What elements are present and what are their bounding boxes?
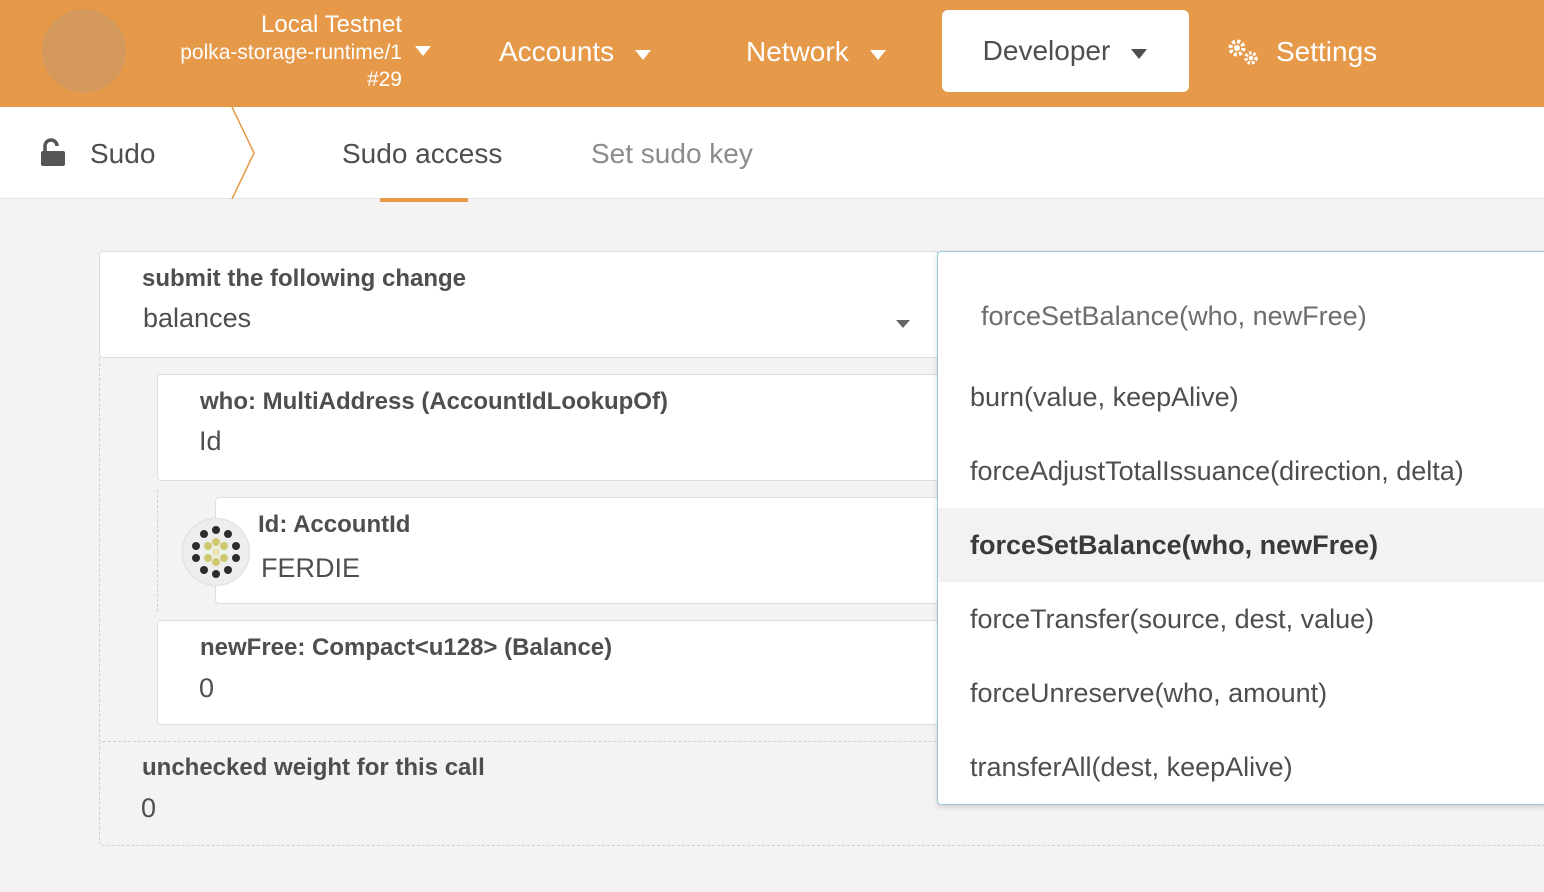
active-tab-indicator (380, 198, 468, 202)
unlock-icon (40, 138, 68, 173)
call-dropdown-menu: forceSetBalance(who, newFree) burn(value… (937, 251, 1544, 805)
nav-accounts[interactable]: Accounts (499, 26, 652, 78)
dropdown-item-burn[interactable]: burn(value, keepAlive) (938, 360, 1544, 434)
dropdown-item-transfer-all[interactable]: transferAll(dest, keepAlive) (938, 730, 1544, 804)
new-free-label: newFree: Compact<u128> (Balance) (200, 634, 613, 661)
top-navbar: Local Testnet polka-storage-runtime/1 #2… (0, 0, 1544, 107)
module-select-value: balances (143, 303, 252, 333)
dropdown-item-force-adjust-total-issuance[interactable]: forceAdjustTotalIssuance(direction, delt… (938, 434, 1544, 508)
weight-label: unchecked weight for this call (142, 754, 485, 781)
caret-down-icon[interactable] (895, 316, 911, 334)
nav-network-label: Network (746, 36, 849, 67)
who-value: Id (199, 426, 222, 456)
who-label: who: MultiAddress (AccountIdLookupOf) (200, 388, 668, 415)
caret-down-icon (1130, 10, 1148, 92)
account-id-value: FERDIE (261, 553, 361, 583)
caret-down-icon (634, 26, 652, 78)
call-select-value[interactable]: forceSetBalance(who, newFree) (981, 301, 1367, 332)
nav-developer[interactable]: Developer (942, 10, 1189, 92)
nav-accounts-label: Accounts (499, 36, 615, 67)
nav-developer-label: Developer (982, 35, 1111, 66)
account-identicon (182, 518, 250, 586)
chain-runtime: polka-storage-runtime/1 (180, 41, 402, 64)
chain-block-number: #29 (366, 68, 402, 91)
dropdown-item-force-unreserve[interactable]: forceUnreserve(who, amount) (938, 656, 1544, 730)
gears-icon (1226, 37, 1262, 67)
chain-selector[interactable]: Local Testnet polka-storage-runtime/1 #2… (140, 11, 402, 93)
module-select-label: submit the following change (142, 265, 466, 292)
page-title: Sudo (90, 138, 156, 169)
caret-down-icon (869, 26, 887, 78)
caret-down-icon[interactable] (414, 44, 432, 62)
dropdown-item-force-set-balance[interactable]: forceSetBalance(who, newFree) (938, 508, 1544, 582)
tab-set-sudo-key[interactable]: Set sudo key (591, 137, 753, 171)
nav-settings-label: Settings (1276, 36, 1378, 67)
params-guide-line (99, 358, 100, 742)
chain-name: Local Testnet (261, 11, 402, 38)
new-free-value: 0 (199, 673, 215, 703)
chain-logo[interactable] (42, 9, 126, 93)
dropdown-item-force-transfer[interactable]: forceTransfer(source, dest, value) (938, 582, 1544, 656)
tab-sudo-access[interactable]: Sudo access (342, 137, 502, 171)
account-id-label: Id: AccountId (258, 511, 411, 538)
weight-value: 0 (141, 793, 157, 823)
nav-settings[interactable]: Settings (1226, 26, 1377, 78)
nav-network[interactable]: Network (746, 26, 887, 78)
breadcrumb-chevron (228, 106, 258, 204)
who-guide-line (157, 490, 158, 612)
